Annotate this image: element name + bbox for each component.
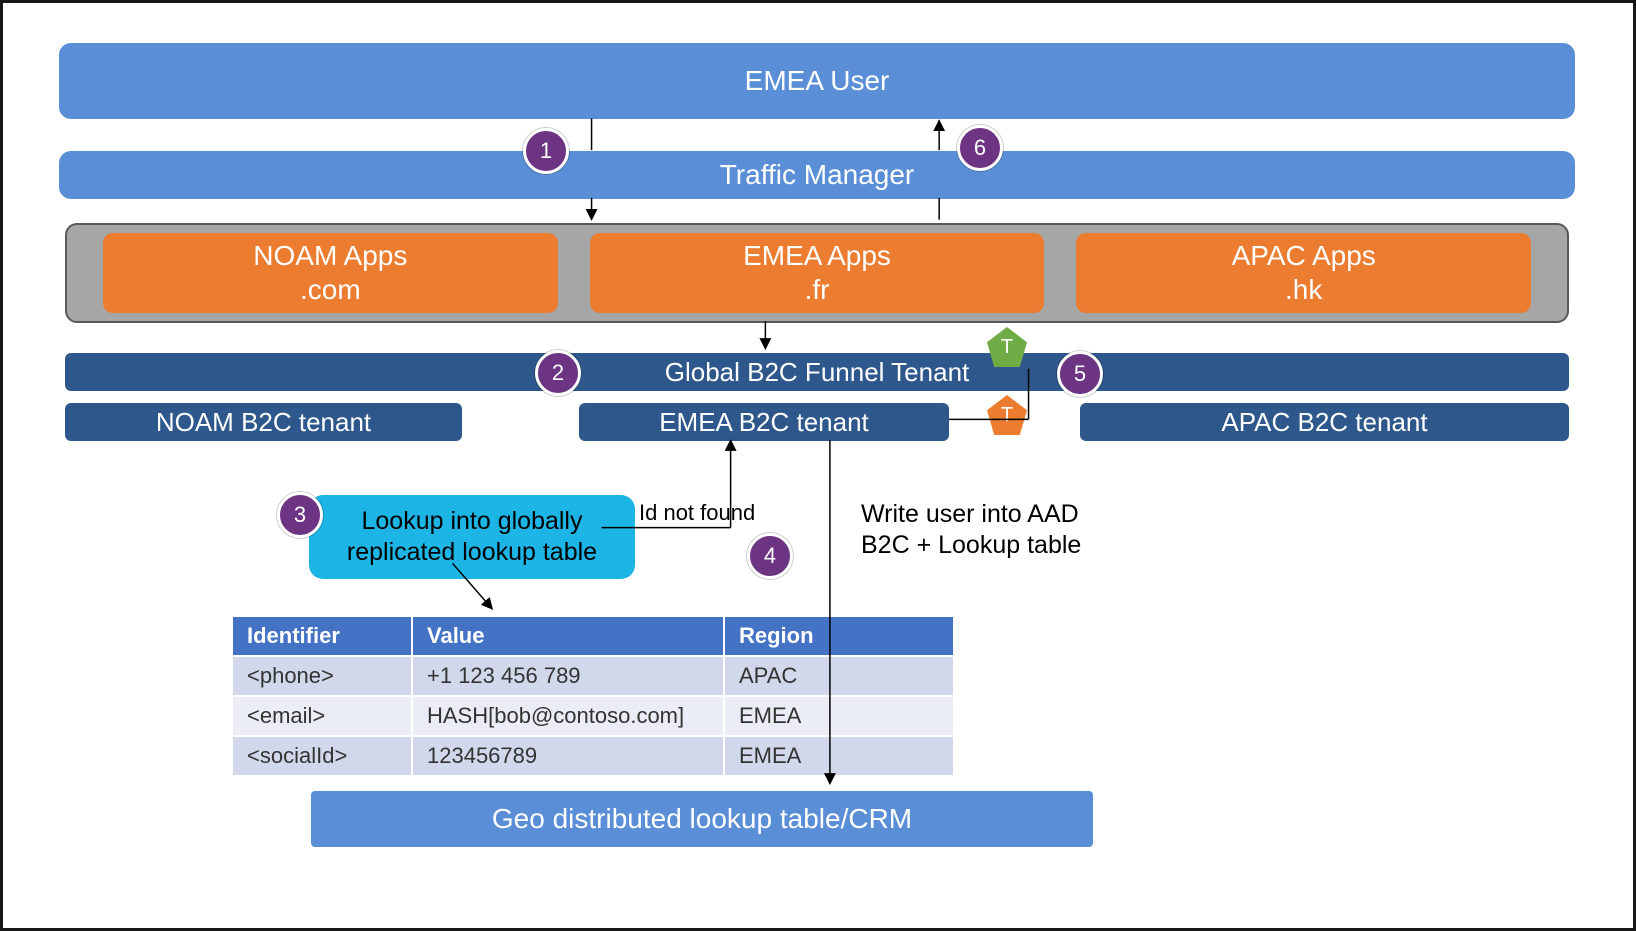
geo-lookup-label: Geo distributed lookup table/CRM [492,803,912,835]
step-6-num: 6 [974,135,986,161]
emea-user-bar: EMEA User [59,43,1575,119]
lookup-table: Identifier Value Region <phone> +1 123 4… [231,615,955,777]
lookup-box: Lookup into globally replicated lookup t… [309,495,635,579]
token-orange-label: T [1001,404,1013,427]
lookup-box-label: Lookup into globally replicated lookup t… [347,506,597,569]
global-funnel-label: Global B2C Funnel Tenant [665,357,970,388]
table-row: <socialId> 123456789 EMEA [232,736,954,776]
step-4-badge: 4 [747,533,793,579]
global-funnel-bar: Global B2C Funnel Tenant [65,353,1569,391]
step-1-badge: 1 [523,128,569,174]
emea-apps-box: EMEA Apps .fr [590,233,1045,313]
emea-apps-line2: .fr [805,273,830,307]
noam-apps-line2: .com [300,273,361,307]
geo-lookup-bar: Geo distributed lookup table/CRM [311,791,1093,847]
emea-user-label: EMEA User [745,65,890,97]
id-not-found-label: Id not found [639,499,755,527]
noam-apps-line1: NOAM Apps [253,239,407,273]
step-5-num: 5 [1074,361,1086,387]
step-3-badge: 3 [277,492,323,538]
apac-apps-line1: APAC Apps [1232,239,1376,273]
token-green-pentagon: T [987,327,1027,367]
noam-tenant-label: NOAM B2C tenant [156,407,371,438]
step-1-num: 1 [540,138,552,164]
step-2-num: 2 [552,360,564,386]
traffic-manager-label: Traffic Manager [720,159,915,191]
table-row: <email> HASH[bob@contoso.com] EMEA [232,696,954,736]
col-identifier: Identifier [232,616,412,656]
write-user-label: Write user into AAD B2C + Lookup table [861,499,1081,562]
table-row: <phone> +1 123 456 789 APAC [232,656,954,696]
apps-container: NOAM Apps .com EMEA Apps .fr APAC Apps .… [65,223,1569,323]
apac-tenant-bar: APAC B2C tenant [1080,403,1569,441]
step-4-num: 4 [764,543,776,569]
apac-apps-box: APAC Apps .hk [1076,233,1531,313]
step-3-num: 3 [294,502,306,528]
col-value: Value [412,616,724,656]
traffic-manager-bar: Traffic Manager [59,151,1575,199]
apac-tenant-label: APAC B2C tenant [1221,407,1427,438]
noam-apps-box: NOAM Apps .com [103,233,558,313]
lookup-table-container: Identifier Value Region <phone> +1 123 4… [231,615,955,777]
token-green-label: T [1001,336,1013,359]
step-6-badge: 6 [957,125,1003,171]
token-orange-pentagon: T [987,395,1027,435]
apac-apps-line2: .hk [1285,273,1322,307]
emea-apps-line1: EMEA Apps [743,239,891,273]
step-5-badge: 5 [1057,351,1103,397]
noam-tenant-bar: NOAM B2C tenant [65,403,462,441]
col-region: Region [724,616,954,656]
emea-tenant-bar: EMEA B2C tenant [579,403,949,441]
step-2-badge: 2 [535,350,581,396]
emea-tenant-label: EMEA B2C tenant [659,407,869,438]
